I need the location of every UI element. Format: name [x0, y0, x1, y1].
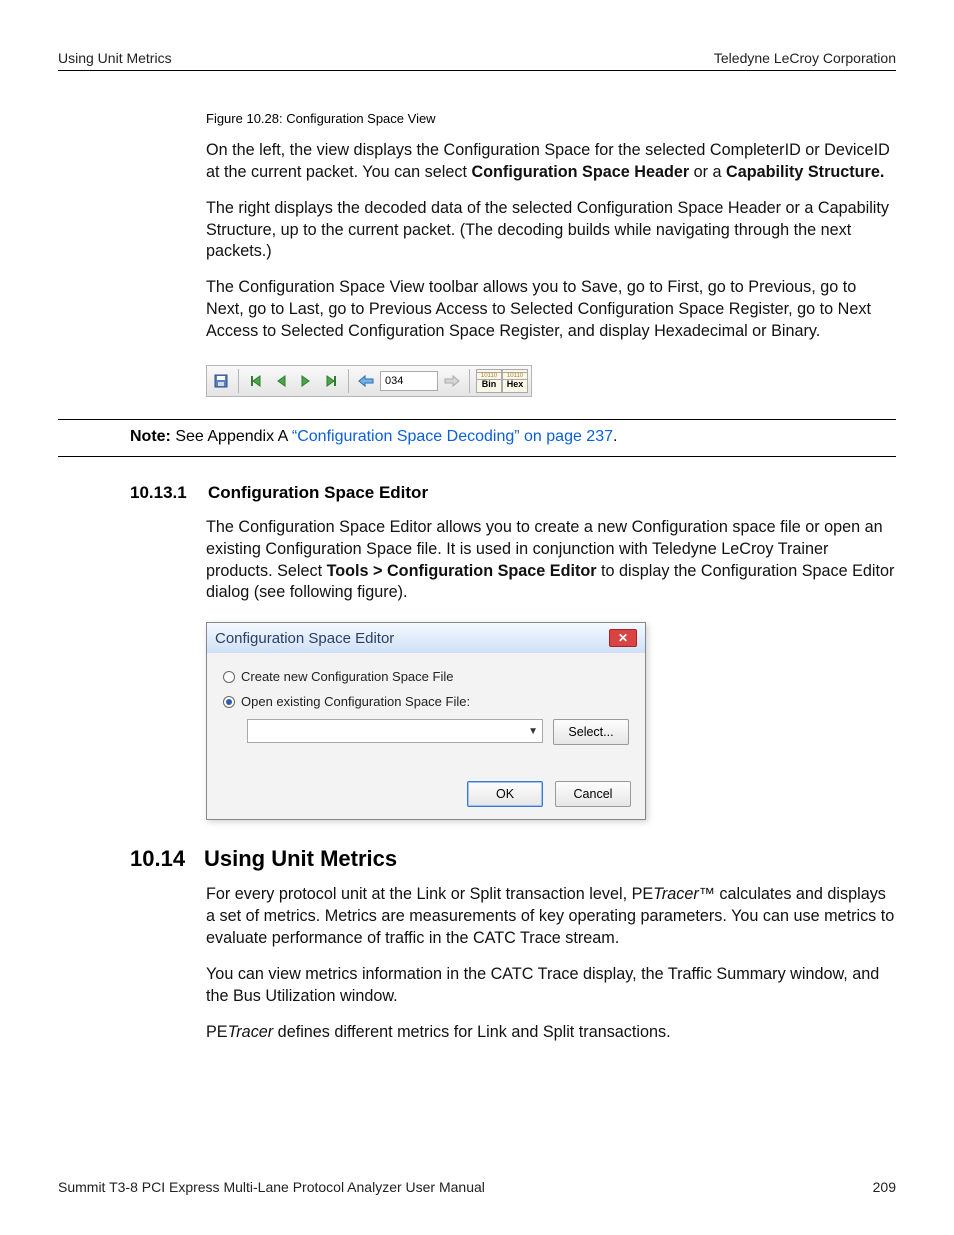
hex-button[interactable]: 10110Hex — [502, 369, 528, 393]
dialog-titlebar: Configuration Space Editor ✕ — [207, 623, 645, 653]
content-area: The Configuration Space Editor allows yo… — [58, 517, 896, 820]
text: or a — [689, 163, 726, 181]
paragraph: The Configuration Space Editor allows yo… — [206, 517, 896, 604]
select-button[interactable]: Select... — [553, 719, 629, 745]
text-bold: Configuration Space Header — [471, 163, 689, 181]
radio-open-existing[interactable]: Open existing Configuration Space File: — [223, 694, 629, 709]
config-space-editor-dialog: Configuration Space Editor ✕ Create new … — [206, 622, 646, 820]
paragraph: The Configuration Space View toolbar all… — [206, 277, 896, 343]
close-icon: ✕ — [618, 631, 628, 645]
content-area: Figure 10.28: Configuration Space View O… — [58, 111, 896, 409]
note-text: See Appendix A — [171, 428, 292, 445]
radio-icon — [223, 671, 235, 683]
file-combobox[interactable]: ▼ — [247, 719, 543, 743]
paragraph: PETracer defines different metrics for L… — [206, 1022, 896, 1044]
first-icon[interactable] — [245, 370, 267, 392]
cross-reference-link[interactable]: “Configuration Space Decoding” on page 2… — [292, 428, 613, 445]
note-label: Note: — [130, 428, 171, 445]
text: PE — [206, 1023, 228, 1041]
text-bold: Tools > Configuration Space Editor — [327, 562, 597, 580]
prev-icon[interactable] — [270, 370, 292, 392]
footer-left: Summit T3-8 PCI Express Multi-Lane Proto… — [58, 1179, 485, 1195]
page: Using Unit Metrics Teledyne LeCroy Corpo… — [0, 0, 954, 1235]
radio-create-new[interactable]: Create new Configuration Space File — [223, 669, 629, 684]
heading-title: Configuration Space Editor — [208, 483, 428, 503]
text: For every protocol unit at the Link or S… — [206, 885, 653, 903]
prev-access-icon[interactable] — [355, 370, 377, 392]
subsection-heading: 10.13.1 Configuration Space Editor — [130, 483, 896, 503]
radio-label: Create new Configuration Space File — [241, 669, 453, 684]
next-access-icon[interactable] — [441, 370, 463, 392]
bin-label: Bin — [482, 380, 497, 389]
heading-title: Using Unit Metrics — [204, 846, 397, 872]
text: defines different metrics for Link and S… — [273, 1023, 670, 1041]
paragraph: On the left, the view displays the Confi… — [206, 140, 896, 184]
next-icon[interactable] — [295, 370, 317, 392]
config-space-toolbar: 034 10110Bin 10110Hex — [206, 365, 532, 397]
paragraph: The right displays the decoded data of t… — [206, 198, 896, 264]
hex-label: Hex — [507, 380, 524, 389]
text: Save — [581, 278, 618, 296]
horizontal-rule — [58, 456, 896, 457]
close-button[interactable]: ✕ — [609, 629, 637, 647]
content-area: For every protocol unit at the Link or S… — [58, 884, 896, 1043]
cancel-button[interactable]: Cancel — [555, 781, 631, 807]
section-heading: 10.14 Using Unit Metrics — [130, 846, 896, 872]
page-number: 209 — [873, 1179, 896, 1195]
text-italic: Tracer — [653, 885, 699, 903]
ok-button[interactable]: OK — [467, 781, 543, 807]
radio-icon — [223, 696, 235, 708]
save-icon[interactable] — [210, 370, 232, 392]
heading-number: 10.14 — [130, 846, 192, 872]
last-icon[interactable] — [320, 370, 342, 392]
page-header: Using Unit Metrics Teledyne LeCroy Corpo… — [58, 50, 896, 71]
bin-hex-toggle[interactable]: 10110Bin 10110Hex — [476, 369, 528, 393]
horizontal-rule — [58, 419, 896, 420]
bin-button[interactable]: 10110Bin — [476, 369, 502, 393]
dialog-button-row: OK Cancel — [207, 781, 645, 819]
text-bold: Capability Structure. — [726, 163, 884, 181]
header-left: Using Unit Metrics — [58, 50, 172, 66]
paragraph: For every protocol unit at the Link or S… — [206, 884, 896, 950]
file-select-row: ▼ Select... — [247, 719, 629, 745]
text-italic: Tracer — [228, 1023, 274, 1041]
toolbar-separator — [238, 369, 239, 393]
note-block: Note: See Appendix A “Configuration Spac… — [130, 428, 896, 446]
figure-caption: Figure 10.28: Configuration Space View — [206, 111, 896, 126]
dialog-body: Create new Configuration Space File Open… — [207, 653, 645, 781]
note-text: . — [613, 428, 617, 445]
toolbar-separator — [469, 369, 470, 393]
toolbar-separator — [348, 369, 349, 393]
chevron-down-icon: ▼ — [528, 726, 538, 737]
text: The Configuration Space View toolbar all… — [206, 278, 581, 296]
radio-label: Open existing Configuration Space File: — [241, 694, 470, 709]
packet-number-field[interactable]: 034 — [380, 371, 438, 391]
header-right: Teledyne LeCroy Corporation — [714, 50, 896, 66]
page-footer: Summit T3-8 PCI Express Multi-Lane Proto… — [58, 1179, 896, 1195]
paragraph: You can view metrics information in the … — [206, 964, 896, 1008]
heading-number: 10.13.1 — [130, 483, 198, 503]
dialog-title-text: Configuration Space Editor — [215, 630, 394, 647]
